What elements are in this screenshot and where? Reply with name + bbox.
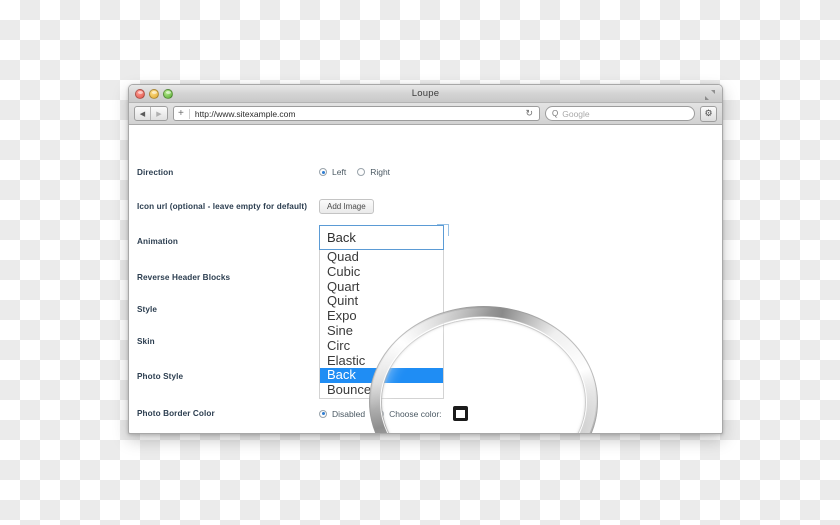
- url-divider: [188, 108, 190, 119]
- animation-dropdown-magnified[interactable]: Back Quad Cubic Quart Quint Expo Sine Circ Elas…: [319, 224, 449, 399]
- browser-toolbar: ◀ ▶ + http://www.sitexample.com ↻ Q Goog…: [129, 103, 722, 125]
- animation-option[interactable]: Quad: [320, 249, 443, 265]
- animation-option[interactable]: Expo: [320, 308, 443, 324]
- minimize-window-button[interactable]: [149, 89, 159, 99]
- animation-option[interactable]: Quart: [320, 279, 443, 295]
- label-reverse-header-blocks: Reverse Header Blocks: [137, 273, 231, 282]
- search-icon: Q: [552, 109, 559, 118]
- direction-radio-group: Left Right: [319, 167, 722, 177]
- radio-label-left[interactable]: Left: [332, 167, 346, 177]
- photo-border-color-control: Disabled Choose color:: [319, 406, 722, 421]
- browser-window: Loupe ◀ ▶ + http://www.sitexample.com ↻: [128, 84, 723, 434]
- label-skin: Skin: [137, 337, 155, 346]
- label-direction: Direction: [137, 167, 174, 177]
- search-bar[interactable]: Q Google: [545, 106, 695, 121]
- back-button[interactable]: ◀: [135, 107, 151, 120]
- animation-option[interactable]: Sine: [320, 323, 443, 339]
- color-swatch[interactable]: [452, 406, 468, 421]
- url-text: http://www.sitexample.com: [194, 108, 296, 119]
- row-photo-border-color: Photo Border Color Disabled Choose color…: [129, 406, 722, 421]
- label-photo-border-color: Photo Border Color: [137, 409, 215, 418]
- add-image-button[interactable]: Add Image: [319, 199, 374, 214]
- window-titlebar: Loupe: [129, 85, 722, 103]
- close-window-button[interactable]: [135, 89, 145, 99]
- label-icon-url: Icon url (optional - leave empty for def…: [137, 202, 308, 211]
- radio-label-right[interactable]: Right: [370, 167, 390, 177]
- icon-url-control: Add Image: [319, 199, 722, 214]
- zoom-window-button[interactable]: [163, 89, 173, 99]
- screenshot-canvas: Loupe ◀ ▶ + http://www.sitexample.com ↻: [0, 0, 840, 525]
- radio-border-disabled[interactable]: [319, 409, 327, 418]
- animation-option[interactable]: Circ: [320, 338, 443, 354]
- url-bar[interactable]: + http://www.sitexample.com ↻: [173, 106, 540, 121]
- animation-option[interactable]: Elastic: [320, 353, 443, 369]
- select-caret-icon: [437, 224, 449, 236]
- radio-label-border-disabled[interactable]: Disabled: [332, 409, 365, 419]
- forward-button[interactable]: ▶: [151, 107, 167, 120]
- row-direction: Direction Left Right: [129, 167, 722, 177]
- label-animation: Animation: [137, 237, 178, 246]
- reload-icon[interactable]: ↻: [525, 108, 535, 119]
- add-bookmark-icon[interactable]: +: [178, 108, 184, 119]
- label-photo-style: Photo Style: [137, 372, 184, 381]
- page-content: Direction Left Right Icon url (optional …: [129, 125, 722, 433]
- animation-option[interactable]: Bounce: [320, 382, 443, 398]
- radio-label-border-choose-color[interactable]: Choose color:: [389, 409, 441, 419]
- label-style: Style: [137, 305, 158, 314]
- animation-option[interactable]: Quint: [320, 294, 443, 309]
- animation-select-field[interactable]: Back: [319, 224, 449, 250]
- radio-direction-left[interactable]: [319, 168, 327, 176]
- animation-option-list[interactable]: Quad Cubic Quart Quint Expo Sine Circ Elastic Ba…: [319, 249, 444, 399]
- animation-option[interactable]: Cubic: [320, 264, 443, 280]
- traffic-light-group: [135, 89, 173, 99]
- gear-icon[interactable]: ⚙: [700, 105, 717, 122]
- search-placeholder: Google: [562, 108, 590, 119]
- row-icon-url: Icon url (optional - leave empty for def…: [129, 199, 722, 214]
- fullscreen-arrows-icon[interactable]: [704, 88, 716, 100]
- radio-border-choose-color[interactable]: [376, 409, 385, 418]
- nav-button-group: ◀ ▶: [134, 106, 168, 121]
- window-title: Loupe: [411, 88, 440, 99]
- animation-option[interactable]: Back: [320, 368, 443, 384]
- animation-select-value: Back: [327, 230, 356, 245]
- radio-direction-right[interactable]: [357, 168, 366, 176]
